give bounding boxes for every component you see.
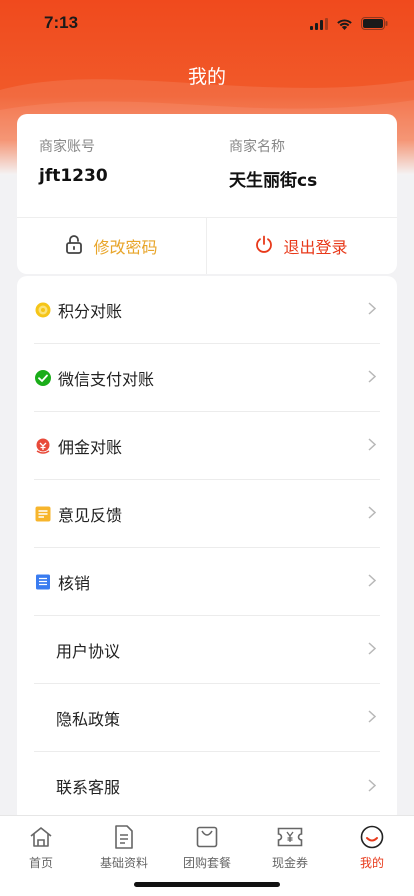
shopping-bag-icon — [166, 824, 248, 850]
home-icon — [0, 824, 82, 850]
logout-label: 退出登录 — [283, 238, 348, 257]
menu-item-label: 微信支付对账 — [58, 369, 155, 389]
account-number-value: jft1230 — [39, 166, 108, 186]
tab-mine[interactable]: 我的 — [331, 824, 413, 871]
profile-icon — [331, 824, 413, 850]
tab-label: 首页 — [28, 856, 53, 870]
wechat-pay-icon — [34, 369, 52, 387]
cellular-signal-icon — [310, 15, 328, 34]
tab-label: 我的 — [359, 856, 384, 870]
lock-icon — [65, 234, 83, 258]
points-coin-icon — [34, 301, 52, 319]
chevron-right-icon — [368, 436, 378, 455]
chevron-right-icon — [368, 777, 378, 796]
tab-cash-coupon[interactable]: 现金券 — [249, 824, 331, 871]
menu-item-user-agreement[interactable]: 用户协议 — [34, 616, 380, 684]
menu-item-label: 核销 — [58, 573, 91, 593]
merchant-name-label: 商家名称 — [229, 139, 285, 155]
commission-icon — [34, 437, 52, 455]
chevron-right-icon — [368, 708, 378, 727]
battery-icon — [361, 15, 388, 34]
menu-item-privacy-policy[interactable]: 隐私政策 — [34, 684, 380, 752]
tab-home[interactable]: 首页 — [0, 824, 82, 871]
menu-item-feedback[interactable]: 意见反馈 — [34, 480, 380, 548]
wifi-icon — [336, 15, 353, 34]
menu-item-customer-service[interactable]: 联系客服 — [34, 752, 380, 820]
merchant-name-value: 天生丽街cs — [229, 171, 318, 191]
account-number-label: 商家账号 — [39, 139, 95, 155]
status-icons — [310, 15, 388, 34]
chevron-right-icon — [368, 300, 378, 319]
change-password-button[interactable]: 修改密码 — [17, 218, 206, 274]
status-bar: 7:13 — [0, 0, 414, 48]
tab-group-packages[interactable]: 团购套餐 — [166, 824, 248, 871]
tab-label: 基础资料 — [99, 856, 148, 870]
menu-item-label: 佣金对账 — [58, 437, 123, 457]
chevron-right-icon — [368, 368, 378, 387]
menu-item-label: 联系客服 — [56, 778, 121, 797]
page-title: 我的 — [187, 66, 226, 88]
document-icon — [83, 824, 165, 850]
chevron-right-icon — [368, 640, 378, 659]
menu-item-label: 意见反馈 — [58, 505, 123, 525]
menu-item-label: 积分对账 — [58, 301, 123, 321]
chevron-right-icon — [368, 572, 378, 591]
account-card: 商家账号 jft1230 商家名称 天生丽街cs 修改密码 退出登录 — [17, 114, 397, 274]
verify-receipt-icon — [34, 573, 52, 591]
chevron-right-icon — [368, 504, 378, 523]
menu-item-label: 用户协议 — [56, 641, 121, 661]
menu-item-points-reconciliation[interactable]: 积分对账 — [34, 276, 380, 344]
logout-button[interactable]: 退出登录 — [207, 218, 396, 274]
tab-basic-info[interactable]: 基础资料 — [83, 824, 165, 871]
power-icon — [255, 235, 273, 257]
account-number-block: 商家账号 jft1230 — [39, 136, 108, 186]
tab-label: 现金券 — [271, 856, 308, 870]
tab-label: 团购套餐 — [182, 856, 231, 870]
coupon-icon — [249, 824, 331, 850]
menu-item-verification[interactable]: 核销 — [34, 548, 380, 616]
feedback-icon — [34, 505, 52, 523]
menu-item-label: 隐私政策 — [56, 709, 121, 729]
merchant-name-block: 商家名称 天生丽街cs — [229, 136, 317, 191]
status-time: 7:13 — [44, 13, 79, 32]
change-password-label: 修改密码 — [93, 238, 158, 257]
menu-list: 积分对账 微信支付对账 佣金对账 意见反馈 核销 用户协议 隐私政策 联系客服 — [17, 276, 397, 824]
home-indicator — [134, 882, 280, 887]
menu-item-commission-reconciliation[interactable]: 佣金对账 — [34, 412, 380, 480]
menu-item-wechat-pay-reconciliation[interactable]: 微信支付对账 — [34, 344, 380, 412]
